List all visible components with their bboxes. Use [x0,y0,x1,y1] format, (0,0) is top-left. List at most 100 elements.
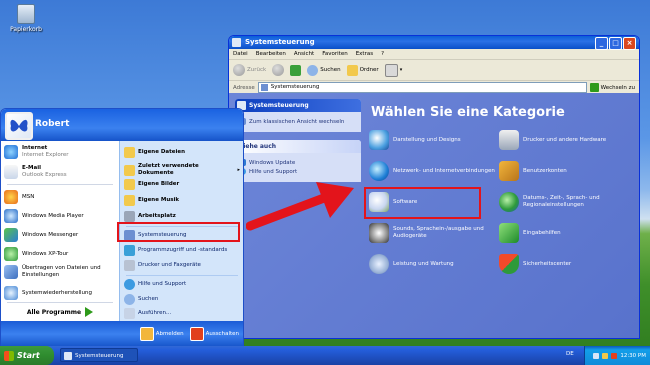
toolbar: Zurück Suchen Ordner ▾ [229,60,639,81]
recent-system-restore[interactable]: Systemwiederherstellung [4,286,116,300]
close-button[interactable]: × [623,37,636,50]
menu-tools[interactable]: Extras [356,49,373,59]
volume-icon[interactable] [602,352,609,359]
internet-explorer-icon [4,145,18,159]
pinned-title: Internet [22,145,48,151]
my-pictures[interactable]: Eigene Bilder [124,179,240,190]
place-label: Programmzugriff und -standards [138,247,228,253]
users-icon [499,161,519,181]
user-name: Robert [35,119,70,129]
up-button[interactable] [290,64,302,76]
shutdown-button[interactable]: Ausschalten [189,327,239,341]
recent-transfer-settings[interactable]: Übertragen von Dateien und Einstellungen [4,265,116,279]
category-sounds[interactable]: Sounds, Sprachein-/ausgabe und Audiogerä… [369,223,495,243]
computer-icon [124,211,135,222]
run[interactable]: Ausführen... [124,308,240,319]
speaker-icon [369,223,389,243]
recent-documents[interactable]: Zuletzt verwendete Dokumente ▸ [124,163,240,177]
category-date-time-region[interactable]: Datums-, Zeit-, Sprach- und Regionaleins… [499,192,625,212]
category-security-center[interactable]: Sicherheitscenter [499,254,625,274]
recent-xp-tour[interactable]: Windows XP-Tour [4,247,116,261]
category-appearance[interactable]: Darstellung und Designs [369,130,495,150]
recycle-bin-label: Papierkorb [10,26,42,33]
forward-button[interactable] [272,64,285,76]
pictures-folder-icon [124,179,135,190]
recent-media-player[interactable]: Windows Media Player [4,209,116,223]
search-button[interactable]: Suchen [307,64,341,76]
my-documents[interactable]: Eigene Dateien [124,147,240,158]
avatar[interactable] [5,112,33,140]
place-label: Ausführen... [138,310,172,316]
maximize-button[interactable]: □ [609,37,622,50]
taskbar-item-control-panel[interactable]: Systemsteuerung [60,348,138,362]
clock[interactable]: 12:30 PM [620,353,646,359]
all-programs-button[interactable]: Alle Programme [1,303,119,321]
divider [126,275,238,276]
folders-button[interactable]: Ordner [346,64,379,76]
menu-favorites[interactable]: Favoriten [322,49,347,59]
go-button[interactable]: Wechseln zu [589,83,639,92]
menu-help[interactable]: ? [381,49,384,59]
pinned-internet[interactable]: Internet Internet Explorer [4,145,116,159]
media-player-icon [4,209,18,223]
search[interactable]: Suchen [124,294,240,305]
run-icon [124,308,135,319]
search-icon [124,294,135,305]
menu-file[interactable]: Datei [233,49,248,59]
printers-faxes[interactable]: Drucker und Faxgeräte [124,260,240,271]
system-tray: 12:30 PM [584,346,650,365]
category-accessibility[interactable]: Eingabehilfen [499,223,625,243]
program-label: Windows Messenger [22,231,79,238]
background-watermark [639,165,640,334]
classic-view-link[interactable]: Zum klassischen Ansicht wechseln [239,118,357,125]
address-label: Adresse [233,84,255,91]
folder-icon [346,64,358,76]
security-alert-icon[interactable] [611,352,618,359]
place-label: Suchen [138,296,159,302]
window-controls: _ □ × [595,37,636,50]
my-music[interactable]: Eigene Musik [124,195,240,206]
language-indicator[interactable]: DE [566,351,574,357]
menu-edit[interactable]: Bearbeiten [256,49,286,59]
pinned-email[interactable]: E-Mail Outlook Express [4,165,116,179]
place-label: Eigene Musik [138,197,180,203]
category-label: Datums-, Zeit-, Sprach- und Regionaleins… [523,195,600,208]
start-button[interactable]: Start [0,346,54,365]
key-icon [139,327,154,341]
start-menu-header: Robert [1,109,243,141]
category-label: Drucker und andere Hardware [523,136,607,143]
logoff-button[interactable]: Abmelden [139,327,184,341]
folders-label: Ordner [359,67,379,73]
pinned-title: E-Mail [22,165,41,171]
transfer-icon [4,265,18,279]
views-button[interactable]: ▾ [384,63,402,77]
minimize-button[interactable]: _ [595,37,608,50]
program-access-defaults[interactable]: Programmzugriff und -standards [124,245,240,256]
category-network[interactable]: Netzwerk- und Internetverbindungen [369,161,495,181]
category-user-accounts[interactable]: Benutzerkonten [499,161,625,181]
address-input[interactable]: Systemsteuerung [257,82,587,93]
task-pane-title: Systemsteuerung [249,102,309,109]
recycle-bin-icon[interactable]: Papierkorb [6,4,46,33]
task-pane-header[interactable]: Systemsteuerung [235,99,361,112]
back-button[interactable]: Zurück [233,64,266,76]
menu-view[interactable]: Ansicht [294,49,314,59]
go-label: Wechseln zu [600,84,635,91]
network-icon[interactable] [593,352,600,359]
menu-bar: Datei Bearbeiten Ansicht Favoriten Extra… [229,49,639,60]
help-icon [124,279,135,290]
windows-update-link[interactable]: Windows Update [239,159,357,166]
window-titlebar[interactable]: Systemsteuerung _ □ × [229,36,639,50]
messenger-icon [4,228,18,242]
taskbar: Start Systemsteuerung DE 12:30 PM [0,346,650,365]
music-folder-icon [124,195,135,206]
go-arrow-icon [589,83,599,92]
category-printers-hardware[interactable]: Drucker und andere Hardware [499,130,625,150]
category-performance[interactable]: Leistung und Wartung [369,254,495,274]
recent-messenger[interactable]: Windows Messenger [4,228,116,242]
see-also-header[interactable]: Siehe auch [235,140,361,153]
my-computer[interactable]: Arbeitsplatz [124,211,240,222]
help-support-link[interactable]: Hilfe und Support [239,168,357,175]
recent-msn[interactable]: MSN [4,190,116,204]
help-support[interactable]: Hilfe und Support [124,279,240,290]
